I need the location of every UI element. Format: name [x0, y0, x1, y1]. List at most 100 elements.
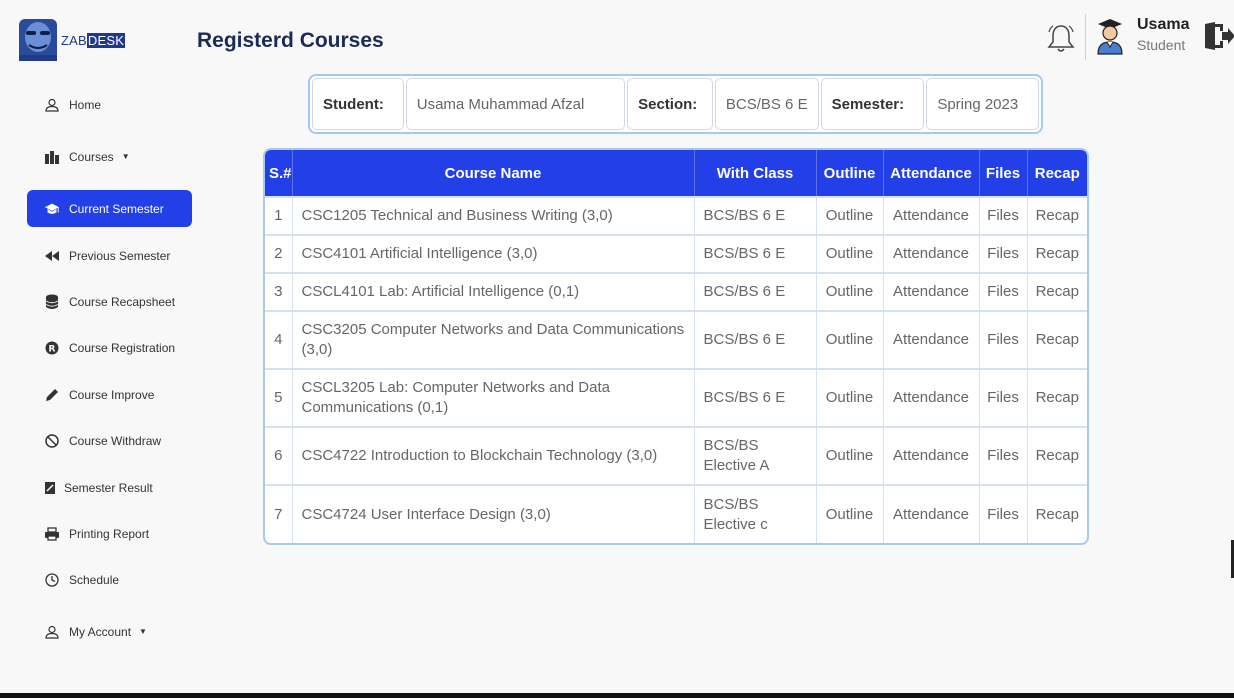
caret-down-icon: ▼: [121, 152, 130, 161]
sidebar-item-label: Printing Report: [69, 526, 150, 541]
class-cell: BCS/BS 6 E: [694, 368, 817, 427]
sidebar-item-label: Course Registration: [69, 340, 176, 355]
course-name-cell: CSC4101 Artificial Intelligence (3,0): [292, 234, 695, 273]
sidebar-item-label: Semester Result: [64, 480, 153, 495]
recap-link[interactable]: Recap: [1027, 310, 1087, 369]
sidebar-item-label: Home: [69, 97, 102, 112]
files-link[interactable]: Files: [979, 196, 1028, 235]
sidebar-item-label: Course Improve: [69, 387, 155, 402]
user-icon: [44, 97, 60, 113]
files-link[interactable]: Files: [979, 484, 1028, 543]
database-icon: [44, 294, 60, 310]
sidebar-item-label: Course Withdraw: [69, 433, 162, 448]
col-header-serial: S.#: [265, 150, 293, 197]
section-label: Section:: [627, 78, 713, 130]
course-name-cell: CSC4724 User Interface Design (3,0): [292, 484, 695, 543]
files-link[interactable]: Files: [979, 368, 1028, 427]
sidebar-item-courses[interactable]: Courses ▼: [27, 138, 192, 175]
outline-link[interactable]: Outline: [816, 426, 884, 485]
user-icon: [44, 624, 60, 640]
attendance-link[interactable]: Attendance: [883, 196, 980, 235]
sidebar-item-course-recapsheet[interactable]: Course Recapsheet: [27, 283, 192, 320]
sidebar-item-course-improve[interactable]: Course Improve: [27, 376, 192, 413]
course-name-cell: CSCL4101 Lab: Artificial Intelligence (0…: [292, 272, 695, 311]
sidebar-item-current-semester[interactable]: Current Semester: [27, 190, 192, 227]
attendance-link[interactable]: Attendance: [883, 484, 980, 543]
clock-icon: [44, 572, 60, 588]
col-header-files: Files: [979, 150, 1028, 197]
class-cell: BCS/BS 6 E: [694, 196, 817, 235]
caret-down-icon: ▼: [139, 627, 147, 636]
sidebar-item-course-registration[interactable]: R Course Registration: [27, 329, 192, 366]
printer-icon: [44, 526, 60, 542]
attendance-link[interactable]: Attendance: [883, 310, 980, 369]
class-cell: BCS/BS 6 E: [694, 234, 817, 273]
attendance-link[interactable]: Attendance: [883, 272, 980, 311]
files-link[interactable]: Files: [979, 310, 1028, 369]
header-divider: [1085, 14, 1086, 60]
recap-link[interactable]: Recap: [1027, 196, 1087, 235]
table-row: 7 CSC4724 User Interface Design (3,0) BC…: [265, 484, 1087, 543]
semester-label: Semester:: [820, 78, 925, 130]
sidebar-item-schedule[interactable]: Schedule: [27, 561, 192, 598]
sidebar-item-label: Course Recapsheet: [69, 294, 176, 309]
outline-link[interactable]: Outline: [816, 272, 884, 311]
table-row: 6 CSC4722 Introduction to Blockchain Tec…: [265, 426, 1087, 485]
student-label: Student:: [312, 78, 404, 130]
outline-link[interactable]: Outline: [816, 484, 884, 543]
class-cell: BCS/BS 6 E: [694, 310, 817, 369]
col-header-outline: Outline: [816, 150, 884, 197]
sidebar-item-semester-result[interactable]: Semester Result: [27, 469, 192, 506]
col-header-recap: Recap: [1027, 150, 1087, 197]
sidebar-item-home[interactable]: Home: [27, 86, 192, 123]
class-cell: BCS/BS 6 E: [694, 272, 817, 311]
files-link[interactable]: Files: [979, 272, 1028, 311]
zabdesk-logo[interactable]: ZABDESK: [17, 17, 137, 63]
outline-link[interactable]: Outline: [816, 196, 884, 235]
outline-link[interactable]: Outline: [816, 234, 884, 273]
table-row: 3 CSCL4101 Lab: Artificial Intelligence …: [265, 272, 1087, 311]
col-header-with-class: With Class: [694, 150, 817, 197]
pencil-icon: [44, 387, 60, 403]
attendance-link[interactable]: Attendance: [883, 234, 980, 273]
serial-cell: 5: [265, 368, 293, 427]
table-row: 5 CSCL3205 Lab: Computer Networks and Da…: [265, 368, 1087, 427]
col-header-attendance: Attendance: [883, 150, 980, 197]
section-value: BCS/BS 6 E: [714, 78, 819, 130]
logout-icon[interactable]: [1203, 20, 1234, 52]
student-info-bar: Student: Usama Muhammad Afzal Section: B…: [308, 74, 1043, 134]
recap-link[interactable]: Recap: [1027, 368, 1087, 427]
outline-link[interactable]: Outline: [816, 368, 884, 427]
files-link[interactable]: Files: [979, 234, 1028, 273]
course-name-cell: CSC3205 Computer Networks and Data Commu…: [292, 310, 695, 369]
files-link[interactable]: Files: [979, 426, 1028, 485]
courses-table: S.# Course Name With Class Outline Atten…: [263, 148, 1089, 545]
table-row: 1 CSC1205 Technical and Business Writing…: [265, 196, 1087, 235]
student-value: Usama Muhammad Afzal: [405, 78, 626, 130]
serial-cell: 6: [265, 426, 293, 485]
user-name: Usama: [1137, 16, 1190, 33]
recap-link[interactable]: Recap: [1027, 234, 1087, 273]
sidebar-item-printing-report[interactable]: Printing Report: [27, 515, 192, 552]
graduation-cap-icon: [44, 201, 60, 217]
sidebar-item-label: Courses: [69, 149, 114, 164]
student-avatar-icon[interactable]: [1094, 16, 1126, 56]
page-title: Registerd Courses: [197, 29, 384, 52]
sidebar-item-course-withdraw[interactable]: Course Withdraw: [27, 422, 192, 459]
recap-link[interactable]: Recap: [1027, 484, 1087, 543]
attendance-link[interactable]: Attendance: [883, 426, 980, 485]
serial-cell: 3: [265, 272, 293, 311]
attendance-link[interactable]: Attendance: [883, 368, 980, 427]
sidebar-item-previous-semester[interactable]: Previous Semester: [27, 237, 192, 274]
serial-cell: 1: [265, 196, 293, 235]
recap-link[interactable]: Recap: [1027, 426, 1087, 485]
recap-link[interactable]: Recap: [1027, 272, 1087, 311]
table-header-row: S.# Course Name With Class Outline Atten…: [265, 150, 1087, 197]
sidebar-item-my-account[interactable]: My Account ▼: [27, 613, 192, 650]
bell-icon[interactable]: [1046, 22, 1076, 54]
backward-icon: [44, 248, 60, 264]
registered-icon: R: [44, 340, 60, 356]
outline-link[interactable]: Outline: [816, 310, 884, 369]
ban-icon: [44, 433, 60, 449]
course-name-cell: CSC1205 Technical and Business Writing (…: [292, 196, 695, 235]
